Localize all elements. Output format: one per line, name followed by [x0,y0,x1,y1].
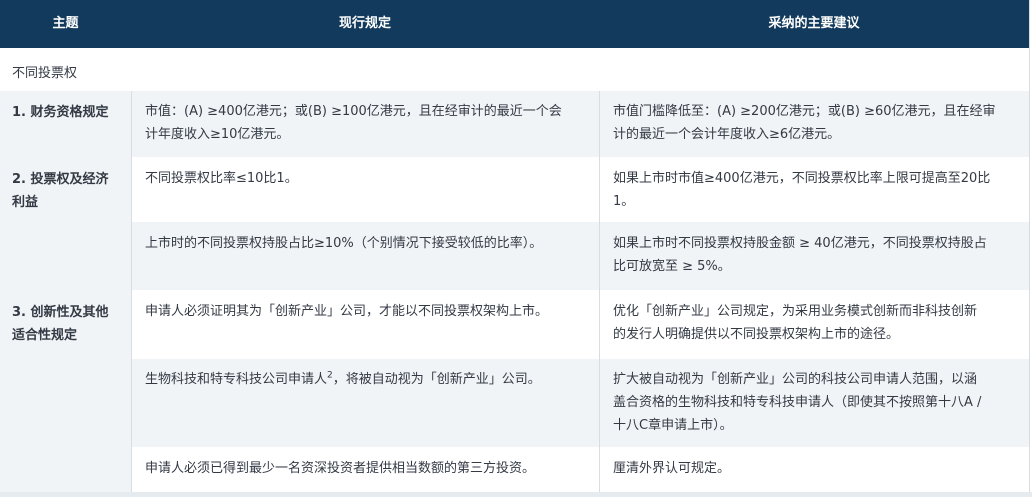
cell-line: 计的最近一个会计年度收入≥6亿港元。 [613,127,841,142]
current-rule-cell: 申请人必须证明其为「创新产业」公司，才能以不同投票权架构上市。 [145,300,585,323]
column-divider [131,91,132,492]
table-row: 申请人必须证明其为「创新产业」公司，才能以不同投票权架构上市。 优化「创新产业」… [0,290,1029,359]
current-rule-cell: 不同投票权比率≤10比1。 [145,167,585,190]
proposed-rule-cell: 厘清外界认可规定。 [613,457,1013,480]
cell-line: 上市时的不同投票权持股占比≥10%（个别情况下接受较低的比率）。 [145,236,543,251]
topic-line: 3. 创新性及其他 [12,305,109,320]
cell-line: 生物科技和特专科技公司申请人2，将被自动视为「创新产业」公司。 [145,368,585,391]
header-topic: 主题 [52,16,79,31]
current-rule-cell: 上市时的不同投票权持股占比≥10%（个别情况下接受较低的比率）。 [145,232,585,255]
cell-line: 如果上市时不同投票权持股金额 ≥ 40亿港元，不同投票权持股占 [613,236,987,251]
cell-line: 不同投票权比率≤10比1。 [145,171,298,186]
proposed-rule-cell: 扩大被自动视为「创新产业」公司的科技公司申请人范围，以涵 盖合资格的生物科技和特… [613,368,1013,437]
topic-line: 2. 投票权及经济 [12,172,109,187]
cell-line: 1。 [613,194,635,209]
table-row: 市值：(A) ≥400亿港元；或(B) ≥100亿港元，且在经审计的最近一个会 … [0,91,1029,157]
cell-text: ，将被自动视为「创新产业」公司。 [332,372,541,387]
table-row: 生物科技和特专科技公司申请人2，将被自动视为「创新产业」公司。 扩大被自动视为「… [0,359,1029,447]
proposed-rule-cell: 优化「创新产业」公司规定，为采用业务模式创新而非科技创新 的发行人明确提供以不同… [613,300,1013,346]
cell-line: 的发行人明确提供以不同投票权架构上市的途径。 [613,327,900,342]
topic-line: 利益 [12,195,39,210]
current-rule-cell: 申请人必须已得到最少一名资深投资者提供相当数额的第三方投资。 [145,457,585,480]
cell-line: 市值：(A) ≥400亿港元；或(B) ≥100亿港元，且在经审计的最近一个会 [145,104,562,119]
cell-line: 扩大被自动视为「创新产业」公司的科技公司申请人范围，以涵 [613,372,978,387]
page: 主题 现行规定 采纳的主要建议 不同投票权 市值：(A) ≥400亿港元；或(B… [0,0,1032,497]
cell-line: 申请人必须已得到最少一名资深投资者提供相当数额的第三方投资。 [145,461,536,476]
cell-line: 优化「创新产业」公司规定，为采用业务模式创新而非科技创新 [613,304,978,319]
section-row: 不同投票权 [0,48,1029,91]
topic-label: 3. 创新性及其他 适合性规定 [12,301,124,347]
current-rule-cell: 市值：(A) ≥400亿港元；或(B) ≥100亿港元，且在经审计的最近一个会 … [145,100,585,146]
topic-cell-innovation: 3. 创新性及其他 适合性规定 [0,290,131,492]
proposed-rule-cell: 如果上市时不同投票权持股金额 ≥ 40亿港元，不同投票权持股占 比可放宽至 ≥ … [613,232,1013,278]
comparison-table: 主题 现行规定 采纳的主要建议 不同投票权 市值：(A) ≥400亿港元；或(B… [0,0,1030,492]
section-title: 不同投票权 [12,66,78,81]
cell-text: 生物科技和特专科技公司申请人 [145,372,328,387]
column-divider [599,91,600,492]
proposed-rule-cell: 如果上市时市值≥400亿港元，不同投票权比率上限可提高至20比 1。 [613,167,1013,213]
cell-line: 如果上市时市值≥400亿港元，不同投票权比率上限可提高至20比 [613,171,991,186]
table-row: 申请人必须已得到最少一名资深投资者提供相当数额的第三方投资。 厘清外界认可规定。 [0,447,1029,492]
topic-label: 1. 财务资格规定 [12,105,109,120]
bottom-scrollbar-track[interactable] [0,492,1032,497]
topic-cell-financial: 1. 财务资格规定 [0,91,131,157]
cell-line: 十八C章申请上市）。 [613,418,733,433]
current-rule-cell: 生物科技和特专科技公司申请人2，将被自动视为「创新产业」公司。 [145,368,585,391]
cell-line: 市值门槛降低至：(A) ≥200亿港元；或(B) ≥60亿港元，且在经审 [613,104,996,119]
table-row: 上市时的不同投票权持股占比≥10%（个别情况下接受较低的比率）。 如果上市时不同… [0,222,1029,290]
table-row: 不同投票权比率≤10比1。 如果上市时市值≥400亿港元，不同投票权比率上限可提… [0,157,1029,222]
table-header: 主题 现行规定 采纳的主要建议 [0,0,1029,48]
topic-label: 2. 投票权及经济 利益 [12,168,124,214]
cell-line: 比可放宽至 ≥ 5%。 [613,259,731,274]
header-current-rules: 现行规定 [338,16,391,31]
proposed-rule-cell: 市值门槛降低至：(A) ≥200亿港元；或(B) ≥60亿港元，且在经审 计的最… [613,100,1013,146]
header-proposed-rules: 采纳的主要建议 [768,16,860,31]
cell-line: 盖合资格的生物科技和特专科技申请人（即使其不按照第十八A / [613,395,982,410]
cell-line: 申请人必须证明其为「创新产业」公司，才能以不同投票权架构上市。 [145,304,549,319]
topic-cell-voting: 2. 投票权及经济 利益 [0,157,131,290]
topic-line: 适合性规定 [12,328,78,343]
cell-line: 计年度收入≥10亿港元。 [145,127,290,142]
cell-line: 厘清外界认可规定。 [613,461,731,476]
